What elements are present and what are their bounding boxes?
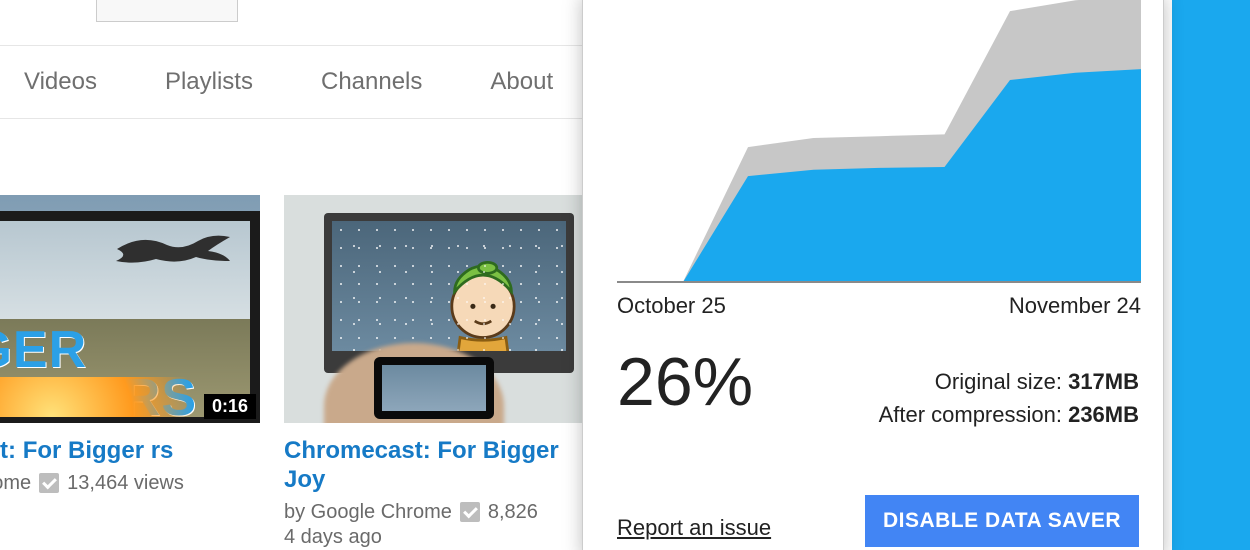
- original-size-value: 317MB: [1068, 369, 1139, 394]
- video-duration-badge: 0:16: [204, 394, 256, 419]
- video-views: 8,826: [488, 501, 538, 524]
- tab-channels[interactable]: Channels: [321, 68, 422, 96]
- tab-videos[interactable]: Videos: [24, 68, 97, 96]
- video-thumbnail[interactable]: R GGER ORCHERS 0:16: [0, 195, 260, 423]
- cartoon-character-icon: [428, 255, 538, 351]
- video-age: 4 days ago: [284, 526, 584, 549]
- video-title[interactable]: cast: For Bigger rs: [0, 437, 260, 466]
- chart-end-date: November 24: [1009, 293, 1141, 319]
- phone-icon: [374, 357, 494, 419]
- report-issue-link[interactable]: Report an issue: [617, 515, 771, 541]
- video-grid: R GGER ORCHERS 0:16 cast: For Bigger rs …: [0, 195, 584, 549]
- original-size-label: Original size:: [935, 369, 1068, 394]
- verified-badge-icon: [39, 473, 59, 493]
- size-summary: Original size: 317MB After compression: …: [879, 365, 1139, 431]
- video-author[interactable]: Chrome: [0, 472, 31, 495]
- channel-search-box[interactable]: [96, 0, 238, 22]
- video-card[interactable]: Chromecast: For Bigger Joy by Google Chr…: [284, 195, 584, 549]
- savings-percentage: 26%: [617, 343, 753, 421]
- tab-playlists[interactable]: Playlists: [165, 68, 253, 96]
- after-compression-label: After compression:: [879, 402, 1069, 427]
- dragon-icon: [112, 231, 232, 271]
- disable-data-saver-button[interactable]: DISABLE DATA SAVER: [865, 495, 1139, 547]
- browser-blue-background: [1172, 0, 1250, 550]
- verified-badge-icon: [460, 502, 480, 522]
- chart-x-axis: [617, 281, 1141, 283]
- data-saver-popup: October 25 November 24 26% Original size…: [582, 0, 1164, 550]
- video-views: 13,464 views: [67, 472, 184, 495]
- chart-start-date: October 25: [617, 293, 726, 319]
- tab-about[interactable]: About: [490, 68, 553, 96]
- after-compression-value: 236MB: [1068, 402, 1139, 427]
- video-author[interactable]: by Google Chrome: [284, 501, 452, 524]
- video-card[interactable]: R GGER ORCHERS 0:16 cast: For Bigger rs …: [0, 195, 260, 549]
- video-title[interactable]: Chromecast: For Bigger Joy: [284, 437, 584, 495]
- video-thumbnail[interactable]: [284, 195, 584, 423]
- data-usage-chart: [617, 0, 1141, 283]
